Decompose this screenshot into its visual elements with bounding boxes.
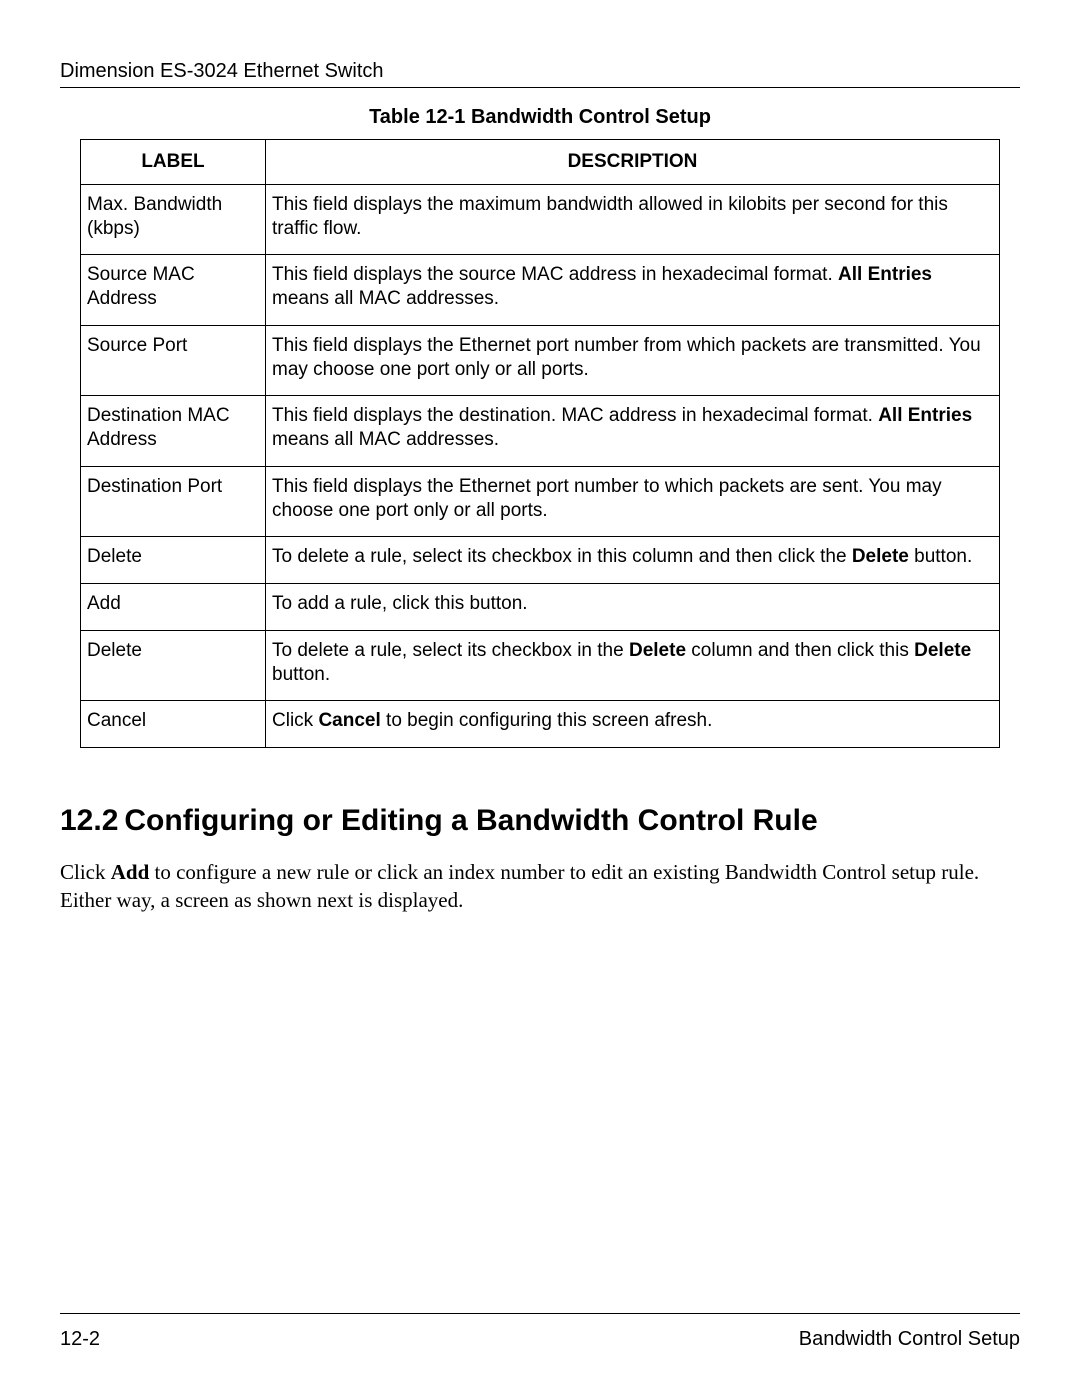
row-description: This field displays the source MAC addre… — [266, 255, 1000, 326]
table-row: Max. Bandwidth (kbps)This field displays… — [81, 184, 1000, 255]
row-label: Max. Bandwidth (kbps) — [81, 184, 266, 255]
footer-divider — [60, 1313, 1020, 1314]
table-row: Destination PortThis field displays the … — [81, 466, 1000, 537]
table-row: DeleteTo delete a rule, select its check… — [81, 537, 1000, 584]
row-description: To delete a rule, select its checkbox in… — [266, 630, 1000, 701]
row-description: To add a rule, click this button. — [266, 584, 1000, 631]
row-label: Delete — [81, 537, 266, 584]
row-label: Source MAC Address — [81, 255, 266, 326]
table-row: DeleteTo delete a rule, select its check… — [81, 630, 1000, 701]
table-row: AddTo add a rule, click this button. — [81, 584, 1000, 631]
row-description: This field displays the maximum bandwidt… — [266, 184, 1000, 255]
row-label: Delete — [81, 630, 266, 701]
row-description: To delete a rule, select its checkbox in… — [266, 537, 1000, 584]
table-header-description: DESCRIPTION — [266, 140, 1000, 185]
row-description: This field displays the destination. MAC… — [266, 396, 1000, 467]
section-heading: 12.2Configuring or Editing a Bandwidth C… — [60, 804, 1020, 838]
row-label: Destination MAC Address — [81, 396, 266, 467]
bandwidth-control-table: LABEL DESCRIPTION Max. Bandwidth (kbps)T… — [80, 139, 1000, 748]
row-description: This field displays the Ethernet port nu… — [266, 325, 1000, 396]
row-label: Destination Port — [81, 466, 266, 537]
row-label: Add — [81, 584, 266, 631]
table-row: CancelClick Cancel to begin configuring … — [81, 701, 1000, 748]
section-number: 12.2 — [60, 804, 118, 837]
page-number: 12-2 — [60, 1328, 100, 1351]
row-label: Source Port — [81, 325, 266, 396]
row-description: This field displays the Ethernet port nu… — [266, 466, 1000, 537]
section-title: Configuring or Editing a Bandwidth Contr… — [124, 804, 817, 837]
page-footer: 12-2 Bandwidth Control Setup — [60, 1313, 1020, 1351]
header-divider — [60, 87, 1020, 88]
table-row: Source MAC AddressThis field displays th… — [81, 255, 1000, 326]
table-header-label: LABEL — [81, 140, 266, 185]
row-description: Click Cancel to begin configuring this s… — [266, 701, 1000, 748]
footer-label: Bandwidth Control Setup — [799, 1328, 1020, 1351]
section-body: Click Add to configure a new rule or cli… — [60, 858, 1020, 915]
document-header: Dimension ES-3024 Ethernet Switch — [60, 60, 1020, 87]
table-row: Source PortThis field displays the Ether… — [81, 325, 1000, 396]
table-row: Destination MAC AddressThis field displa… — [81, 396, 1000, 467]
table-caption: Table 12-1 Bandwidth Control Setup — [60, 106, 1020, 129]
row-label: Cancel — [81, 701, 266, 748]
